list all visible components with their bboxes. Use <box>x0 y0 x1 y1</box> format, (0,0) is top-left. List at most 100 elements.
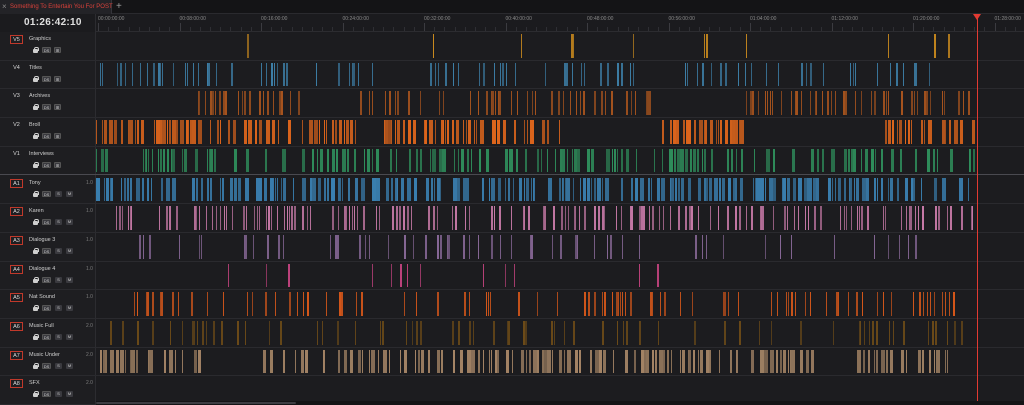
timeline-clip[interactable] <box>724 292 726 316</box>
timeline-clip[interactable] <box>481 177 484 202</box>
timeline-clip[interactable] <box>495 91 497 116</box>
timeline-clip[interactable] <box>485 91 488 116</box>
close-icon[interactable]: × <box>2 1 7 13</box>
timeline-clip[interactable] <box>105 349 108 374</box>
timeline-clip[interactable] <box>620 148 623 173</box>
timeline-clip[interactable] <box>602 177 604 202</box>
timeline-clip[interactable] <box>229 177 233 202</box>
timeline-clip[interactable] <box>568 206 569 230</box>
track-id-badge[interactable]: A4 <box>10 264 23 274</box>
timeline-clip[interactable] <box>625 349 628 374</box>
timeline-clip[interactable] <box>452 120 455 144</box>
timeline-clip[interactable] <box>500 234 502 259</box>
timeline-clip[interactable] <box>777 62 779 87</box>
disable-video-icon[interactable]: ⊞ <box>54 47 61 53</box>
timeline-clip[interactable] <box>195 148 199 173</box>
timeline-clip[interactable] <box>110 177 114 202</box>
timeline-clip[interactable] <box>471 148 473 173</box>
timeline-clip[interactable] <box>420 349 425 374</box>
timeline-clip[interactable] <box>709 349 712 374</box>
timeline-clip[interactable] <box>452 349 456 374</box>
timeline-clip[interactable] <box>630 177 634 202</box>
track-lane-v1[interactable] <box>96 32 1024 61</box>
timeline-clip[interactable] <box>442 148 447 173</box>
timeline-clip[interactable] <box>643 206 645 230</box>
track-header-a6[interactable]: A6 Music Full 2.0 DS S M <box>0 319 96 348</box>
timeline-clip[interactable] <box>526 120 528 144</box>
timeline-clip[interactable] <box>364 234 366 259</box>
timeline-clip[interactable] <box>497 349 499 374</box>
timeline-clip[interactable] <box>311 148 315 173</box>
timeline-clip[interactable] <box>321 321 324 345</box>
timeline-clip[interactable] <box>471 349 475 374</box>
timeline-clip[interactable] <box>117 62 119 87</box>
timeline-clip[interactable] <box>832 177 833 202</box>
timeline-clip[interactable] <box>888 234 889 259</box>
timeline-clip[interactable] <box>134 292 136 316</box>
timeline-clip[interactable] <box>686 62 688 87</box>
timeline-clip[interactable] <box>101 120 103 144</box>
timeline-clip[interactable] <box>759 321 760 345</box>
timeline-clip[interactable] <box>737 62 739 87</box>
timeline-clip[interactable] <box>391 206 394 230</box>
timeline-clip[interactable] <box>153 62 156 87</box>
timeline-clip[interactable] <box>115 206 117 230</box>
timeline-clip[interactable] <box>638 234 640 259</box>
timeline-clip[interactable] <box>679 292 682 316</box>
timeline-clip[interactable] <box>429 148 431 173</box>
timeline-clip[interactable] <box>663 349 666 374</box>
timeline-clip[interactable] <box>108 120 113 144</box>
timeline-clip[interactable] <box>288 292 291 316</box>
timeline-clip[interactable] <box>103 177 105 202</box>
timeline-clip[interactable] <box>602 321 605 345</box>
timeline-clip[interactable] <box>337 206 340 230</box>
timeline-clip[interactable] <box>959 177 964 202</box>
timeline-clip[interactable] <box>412 234 415 259</box>
timeline-clip[interactable] <box>573 177 574 202</box>
timeline-clip[interactable] <box>871 91 873 116</box>
timeline-clip[interactable] <box>360 177 365 202</box>
timeline-clip[interactable] <box>709 120 713 144</box>
timeline-clip[interactable] <box>171 120 176 144</box>
timeline-clip[interactable] <box>574 206 576 230</box>
timeline-clip[interactable] <box>129 120 133 144</box>
timeline-clip[interactable] <box>724 62 727 87</box>
timeline-clip[interactable] <box>727 206 730 230</box>
timeline-clip[interactable] <box>800 91 803 116</box>
timeline-clip[interactable] <box>816 177 820 202</box>
timeline-clip[interactable] <box>800 321 802 345</box>
timeline-clip[interactable] <box>464 206 466 230</box>
timeline-clip[interactable] <box>350 349 353 374</box>
timeline-clip[interactable] <box>654 349 658 374</box>
timeline-clip[interactable] <box>837 177 842 202</box>
timeline-clip[interactable] <box>292 177 294 202</box>
timeline-clip[interactable] <box>513 120 517 144</box>
timeline-clip[interactable] <box>332 206 334 230</box>
timeline-tab[interactable]: × Something To Entertain You For POST <box>0 0 113 14</box>
timeline-clip[interactable] <box>499 206 501 230</box>
timeline-clip[interactable] <box>630 91 632 116</box>
track-lane-a2[interactable] <box>96 204 1024 233</box>
timeline-clip[interactable] <box>343 349 348 374</box>
timeline-clip[interactable] <box>794 206 795 230</box>
timeline-clip[interactable] <box>303 292 305 316</box>
timeline-clip[interactable] <box>397 91 399 116</box>
timeline-clip[interactable] <box>968 91 970 116</box>
timeline-clip[interactable] <box>594 292 597 316</box>
timeline-clip[interactable] <box>745 91 748 116</box>
timeline-clip[interactable] <box>896 62 898 87</box>
timeline-clip[interactable] <box>411 206 413 230</box>
track-lane-a5[interactable] <box>96 290 1024 319</box>
timeline-clip[interactable] <box>745 62 747 87</box>
timeline-clip[interactable] <box>131 349 136 374</box>
timeline-clip[interactable] <box>466 349 471 374</box>
timeline-clip[interactable] <box>389 349 391 374</box>
timeline-clip[interactable] <box>913 91 915 116</box>
timeline-clip[interactable] <box>167 148 169 173</box>
timeline-clip[interactable] <box>355 292 358 316</box>
timeline-clip[interactable] <box>505 349 509 374</box>
timeline-clip[interactable] <box>540 148 542 173</box>
timeline-clip[interactable] <box>228 263 229 288</box>
timeline-clip[interactable] <box>448 234 450 259</box>
timeline-clip[interactable] <box>884 206 886 230</box>
